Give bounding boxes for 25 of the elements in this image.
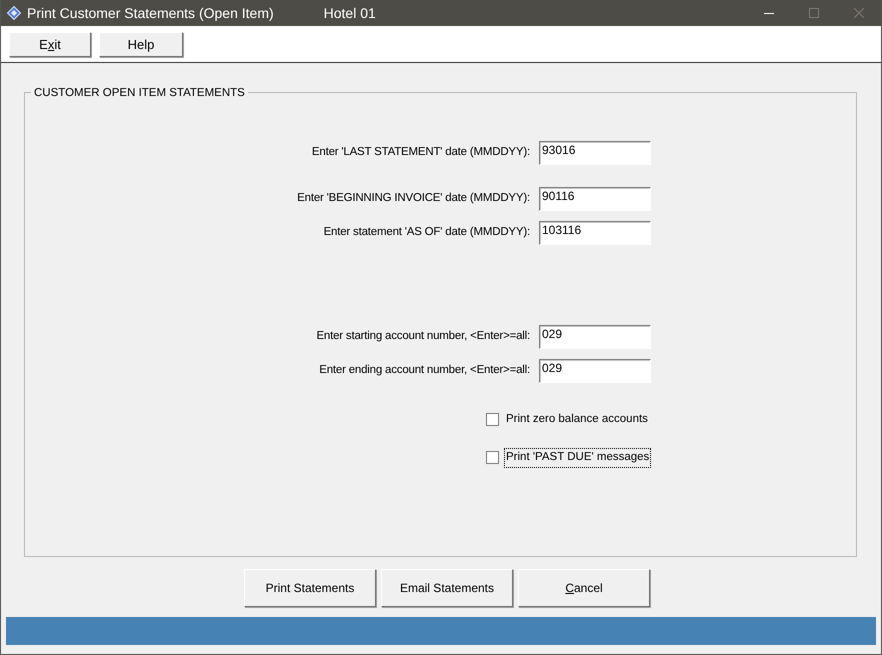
input-field[interactable]: 93016: [539, 141, 651, 165]
field-label: Enter 'LAST STATEMENT' date (MMDDYY):: [310, 145, 530, 160]
input-field[interactable]: 103116: [539, 221, 651, 245]
email-statements-button[interactable]: Email Statements: [381, 569, 513, 607]
minimize-icon: [764, 12, 774, 14]
maximize-icon: [808, 7, 820, 19]
cancel-button[interactable]: Cancel: [518, 569, 650, 607]
input-field[interactable]: 90116: [539, 187, 651, 211]
field-label: Enter statement 'AS OF' date (MMDDYY):: [322, 225, 530, 240]
checkbox[interactable]: [486, 451, 499, 464]
company-name: Hotel 01: [324, 4, 376, 22]
app-icon: [7, 6, 21, 20]
close-icon: [852, 7, 864, 19]
exit-button[interactable]: Exit: [9, 32, 91, 57]
checkbox-label[interactable]: Print zero balance accounts: [505, 411, 649, 428]
input-field[interactable]: 029: [539, 359, 651, 383]
print-statements-button[interactable]: Print Statements: [244, 569, 376, 607]
field-label: Enter starting account number, <Enter>=all:: [315, 329, 530, 344]
field-label: Enter 'BEGINNING INVOICE' date (MMDDYY):: [296, 191, 530, 206]
window-title: Print Customer Statements (Open Item): [27, 4, 274, 23]
field-label: Enter ending account number, <Enter>=all:: [318, 363, 530, 378]
checkbox[interactable]: [486, 413, 499, 426]
input-field[interactable]: 029: [539, 325, 651, 349]
checkbox-label[interactable]: Print 'PAST DUE' messages: [505, 449, 650, 466]
help-button[interactable]: Help: [99, 32, 183, 57]
